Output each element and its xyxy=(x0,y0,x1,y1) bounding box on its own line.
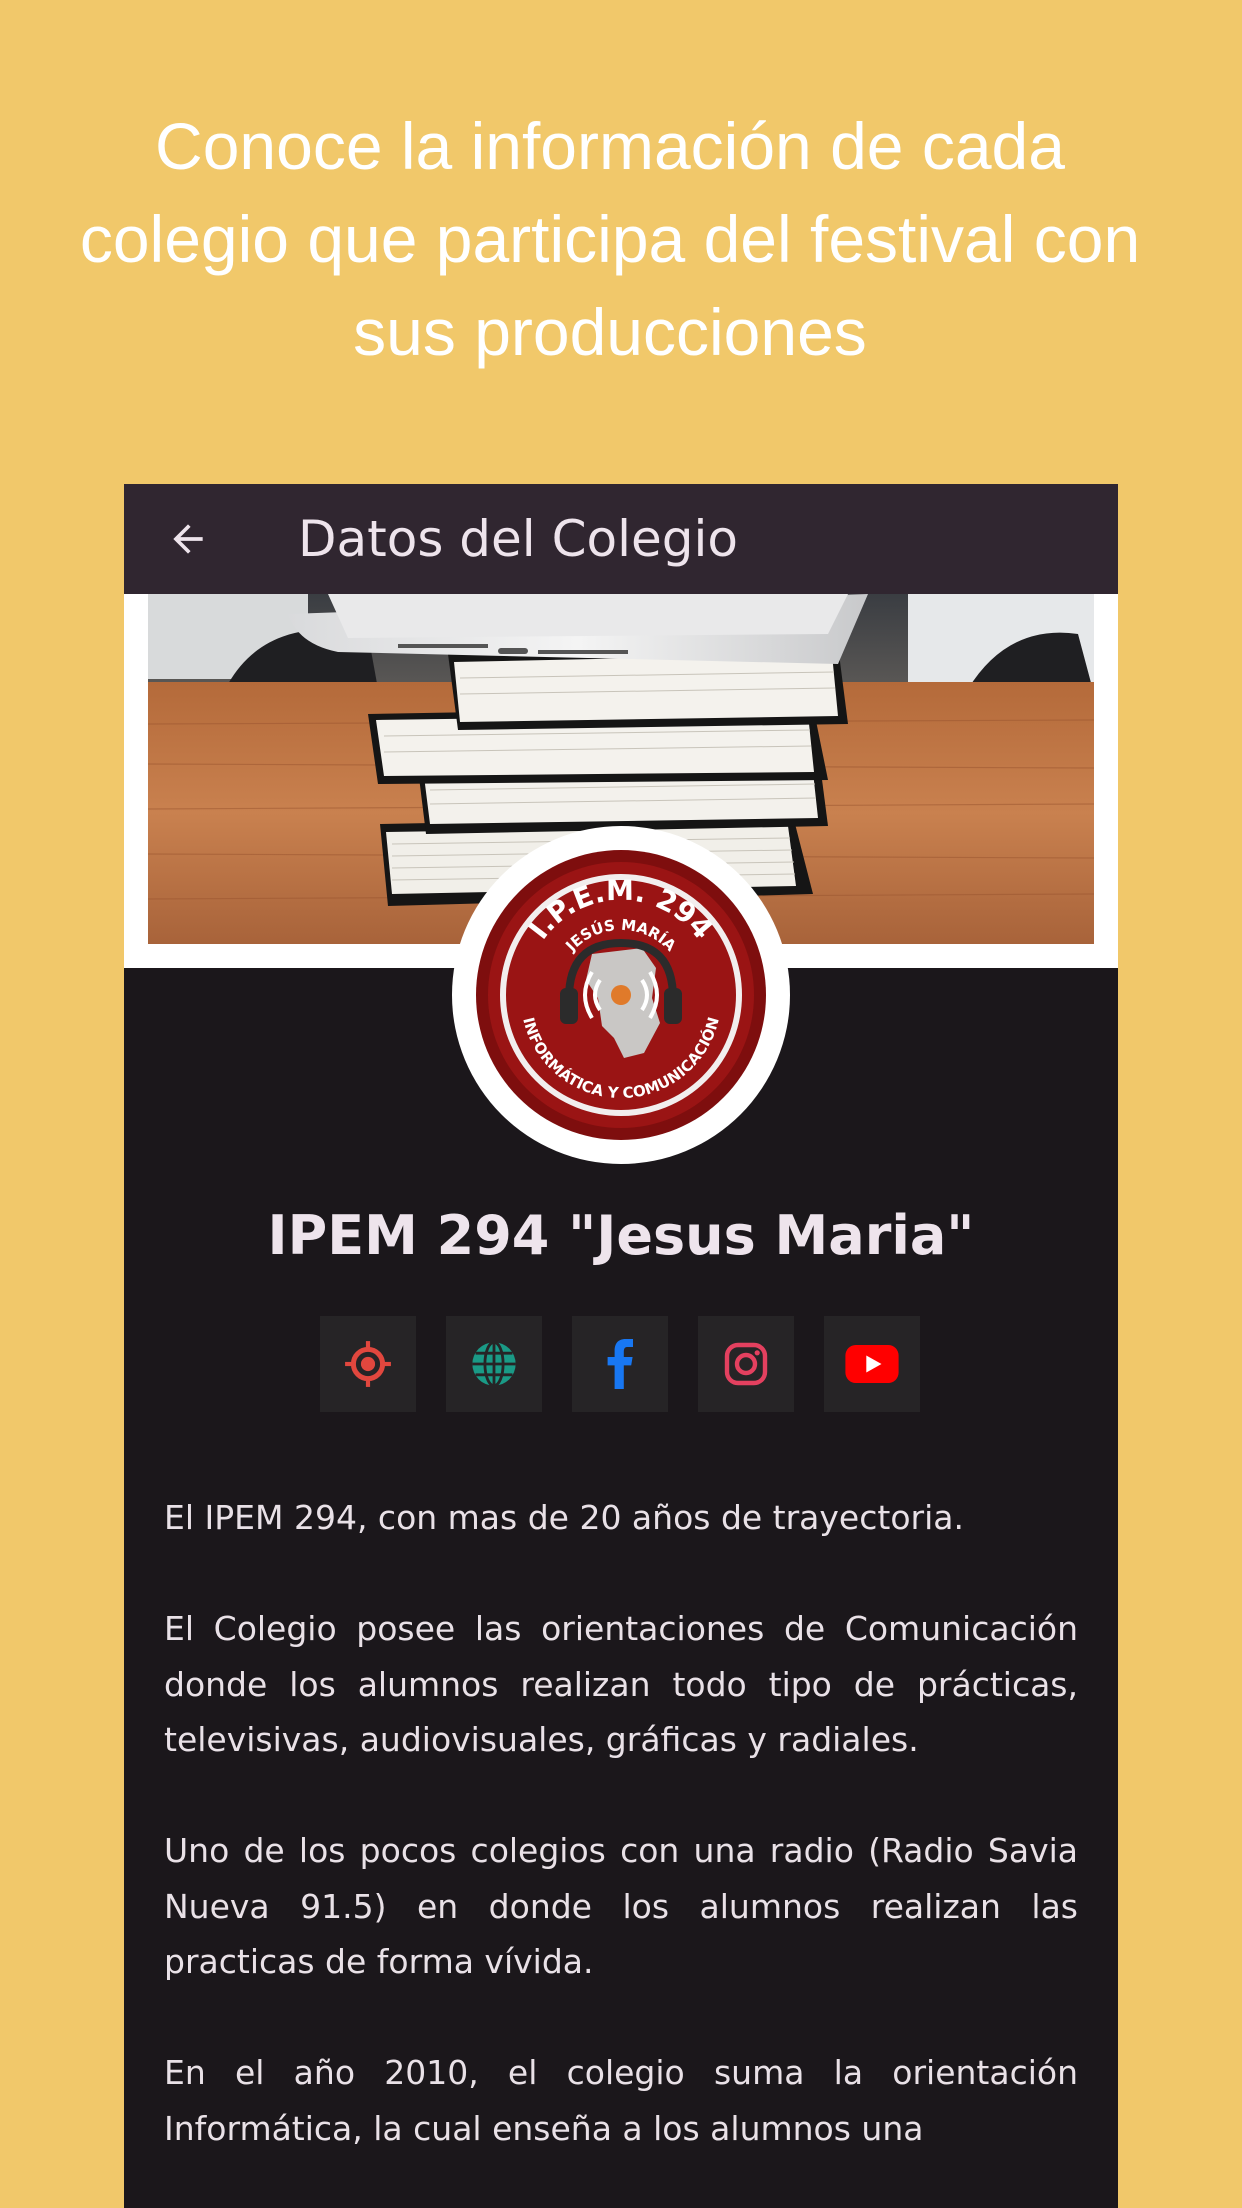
page-title: Datos del Colegio xyxy=(298,510,738,568)
school-logo: I.P.E.M. 294 JESÚS MARÍA INFORMÁTICA Y C… xyxy=(452,826,790,1164)
description-paragraph: El IPEM 294, con mas de 20 años de traye… xyxy=(164,1498,964,1537)
description-paragraph: Uno de los pocos colegios con una radio … xyxy=(164,1831,1078,1981)
youtube-icon xyxy=(845,1345,899,1383)
arrow-left-icon xyxy=(173,524,203,554)
location-target-icon xyxy=(345,1341,391,1387)
facebook-icon xyxy=(607,1339,633,1389)
social-links xyxy=(320,1316,920,1412)
globe-icon xyxy=(472,1340,516,1388)
instagram-icon xyxy=(724,1342,768,1386)
description-paragraph: El Colegio posee las orientaciones de Co… xyxy=(164,1609,1078,1759)
location-button[interactable] xyxy=(320,1316,416,1412)
website-button[interactable] xyxy=(446,1316,542,1412)
promo-heading: Conoce la información de cada colegio qu… xyxy=(79,109,1141,369)
app-bar: Datos del Colegio xyxy=(124,484,1118,594)
instagram-button[interactable] xyxy=(698,1316,794,1412)
school-name: IPEM 294 "Jesus Maria" xyxy=(267,1204,975,1267)
school-description: El IPEM 294, con mas de 20 años de traye… xyxy=(164,1490,1078,2208)
facebook-button[interactable] xyxy=(572,1316,668,1412)
description-paragraph: En el año 2010, el colegio suma la orien… xyxy=(164,2053,1078,2148)
youtube-button[interactable] xyxy=(824,1316,920,1412)
app-screen: Datos del Colegio I.P.E.M. 294 JESÚS MAR… xyxy=(124,484,1118,2208)
back-button[interactable] xyxy=(164,515,212,563)
